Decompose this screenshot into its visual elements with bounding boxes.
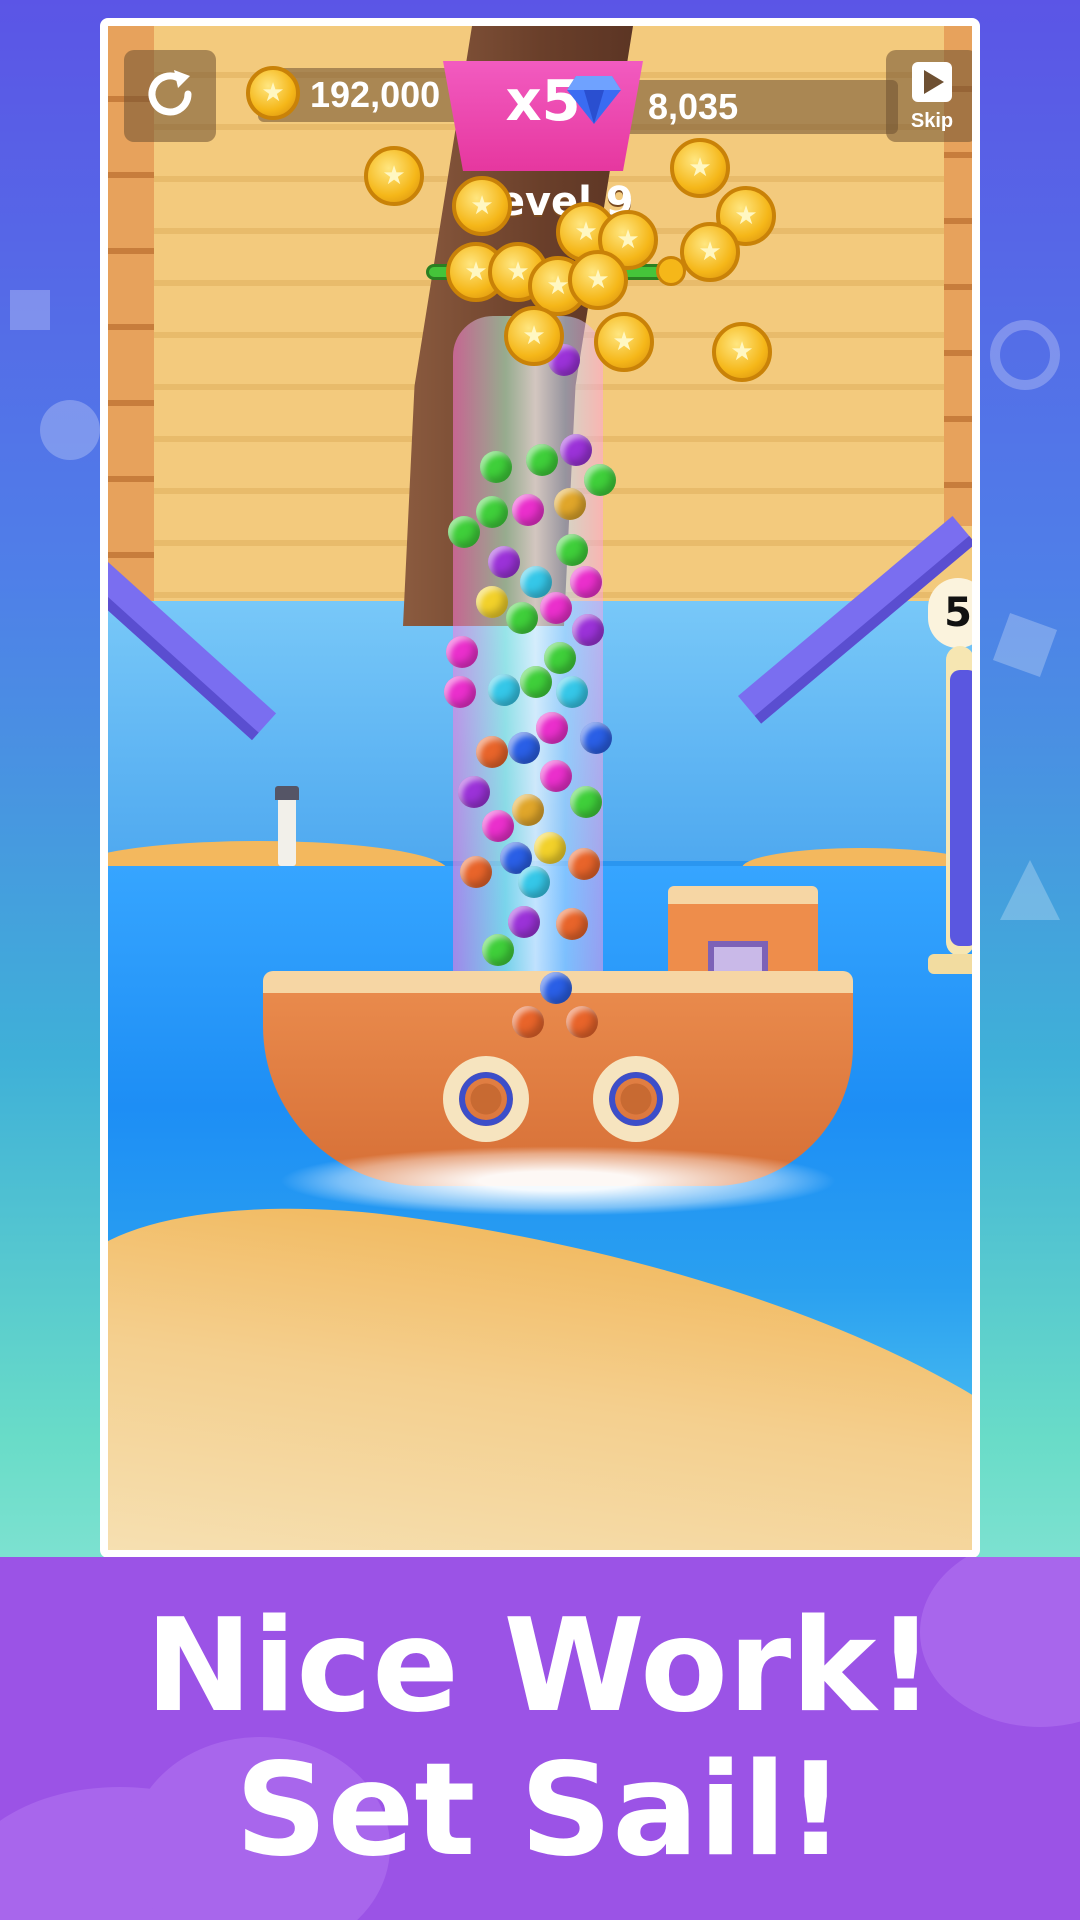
lifebuoy-left: [443, 1056, 529, 1142]
fill-meter: [946, 646, 972, 956]
ball: [446, 636, 478, 668]
ball: [508, 906, 540, 938]
ball: [482, 810, 514, 842]
ball: [512, 1006, 544, 1038]
ball: [460, 856, 492, 888]
play-icon: [910, 60, 954, 110]
bg-decor-circle: [990, 320, 1060, 390]
ball: [512, 494, 544, 526]
banner-title-line2: Set Sail!: [235, 1736, 845, 1885]
ball: [458, 776, 490, 808]
bg-decor-circle: [40, 400, 100, 460]
ball: [556, 534, 588, 566]
ball: [570, 566, 602, 598]
ball: [556, 908, 588, 940]
coin-icon: ★: [452, 176, 512, 236]
ball: [540, 972, 572, 1004]
ball: [566, 1006, 598, 1038]
ball: [482, 934, 514, 966]
bg-decor-square: [10, 290, 50, 330]
coin-icon: ★: [504, 306, 564, 366]
ball: [488, 546, 520, 578]
ball: [568, 848, 600, 880]
banner-title-line1: Nice Work!: [145, 1592, 935, 1741]
ball: [476, 586, 508, 618]
ball: [480, 451, 512, 483]
ball: [488, 674, 520, 706]
game-screen[interactable]: 192,000 ★ 8,035 x5 Level 9 Skip ★ ★ ★ ★ …: [100, 18, 980, 1558]
coin-icon: ★: [670, 138, 730, 198]
coin-icon: ★: [364, 146, 424, 206]
coin-icon: ★: [594, 312, 654, 372]
promo-banner: Nice Work! Set Sail!: [0, 1557, 1080, 1920]
ball: [580, 722, 612, 754]
fill-meter-bar: [950, 670, 972, 946]
coin-icon: ★: [680, 222, 740, 282]
ball: [544, 642, 576, 674]
ball: [508, 732, 540, 764]
fill-count: 5: [944, 590, 972, 636]
ball: [556, 676, 588, 708]
ball: [540, 760, 572, 792]
lighthouse: [275, 786, 299, 866]
ball: [534, 832, 566, 864]
ball: [448, 516, 480, 548]
ball: [512, 794, 544, 826]
ball: [526, 444, 558, 476]
ball: [560, 434, 592, 466]
coin-count: 192,000: [310, 74, 441, 115]
ball: [536, 712, 568, 744]
restart-icon: [140, 64, 200, 128]
ball: [520, 666, 552, 698]
ball: [572, 614, 604, 646]
ball: [444, 676, 476, 708]
diamond-icon: [566, 74, 622, 130]
lifebuoy-right: [593, 1056, 679, 1142]
coin-icon: ★: [712, 322, 772, 382]
skip-button[interactable]: Skip: [886, 50, 972, 142]
ball: [476, 496, 508, 528]
fill-count-badge: 5: [928, 578, 972, 648]
coin-icon: ★: [568, 250, 628, 310]
fill-meter-base: [928, 954, 972, 974]
water-splash: [278, 1146, 838, 1216]
ball: [518, 866, 550, 898]
skip-label: Skip: [910, 109, 954, 132]
ball: [506, 602, 538, 634]
coin-icon: ★: [246, 66, 300, 120]
gem-count: 8,035: [648, 86, 739, 127]
bg-decor-square: [992, 612, 1058, 678]
ball: [570, 786, 602, 818]
ball: [584, 464, 616, 496]
restart-button[interactable]: [124, 50, 216, 142]
ball: [540, 592, 572, 624]
ball: [554, 488, 586, 520]
bg-decor-triangle: [1000, 860, 1060, 920]
ball: [476, 736, 508, 768]
